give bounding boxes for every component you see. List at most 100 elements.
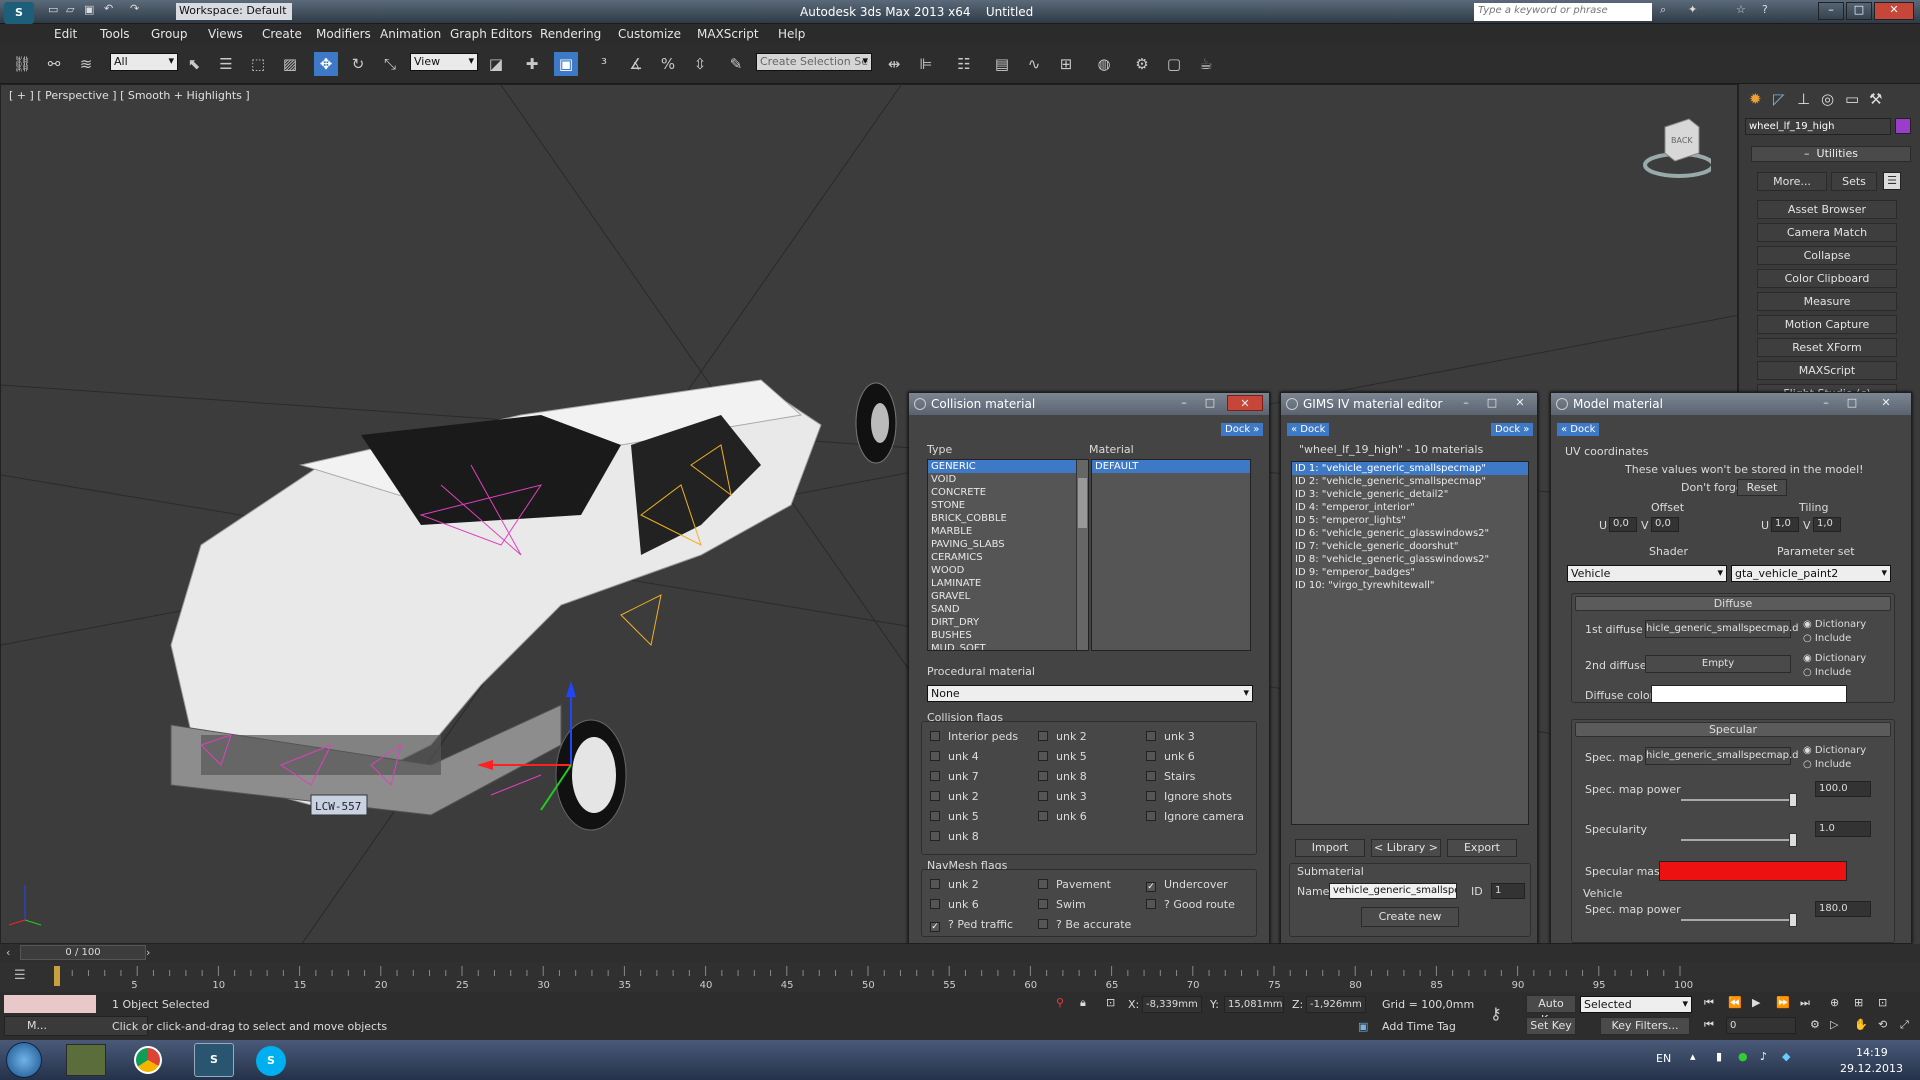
utility-button[interactable]: Asset Browser <box>1757 200 1897 219</box>
create-new-button[interactable]: Create new <box>1361 907 1459 927</box>
utility-button[interactable]: MAXScript <box>1757 361 1897 380</box>
spec-map-dictionary-radio[interactable]: ◉ Dictionary <box>1803 745 1866 756</box>
next-key-icon[interactable]: ⏩ <box>1776 996 1790 1009</box>
checkbox-box[interactable] <box>1038 919 1048 929</box>
type-list-item[interactable]: BRICK_COBBLE <box>928 512 1088 525</box>
type-list-scrollbar[interactable] <box>1076 460 1088 650</box>
spinner-snap-icon[interactable]: ⇳ <box>688 52 712 76</box>
minimize-button[interactable]: – <box>1455 395 1477 411</box>
flag-checkbox[interactable]: unk 6 <box>930 898 979 911</box>
flag-checkbox[interactable]: Ignore camera <box>1146 810 1244 823</box>
key-filters-button[interactable]: Key Filters... <box>1600 1017 1690 1035</box>
gims-window-titlebar[interactable]: GIMS IV material editor – □ ✕ <box>1281 393 1537 415</box>
menu-animation[interactable]: Animation <box>380 27 441 41</box>
checkbox-box[interactable] <box>1038 899 1048 909</box>
fov-icon[interactable]: ▷ <box>1830 1018 1838 1031</box>
checkbox-box[interactable] <box>930 831 940 841</box>
diffuse-color-swatch[interactable] <box>1651 685 1847 703</box>
edit-named-sets-icon[interactable]: ✎ <box>724 52 748 76</box>
checkbox-box[interactable] <box>1038 811 1048 821</box>
select-scale-icon[interactable]: ⤡ <box>378 52 402 76</box>
flag-checkbox[interactable]: ? Be accurate <box>1038 918 1131 931</box>
menu-maxscript[interactable]: MAXScript <box>697 27 759 41</box>
library-button[interactable]: < Library > <box>1371 839 1441 857</box>
type-list-item[interactable]: GRAVEL <box>928 590 1088 603</box>
zoom-extents-icon[interactable]: ⊡ <box>1878 996 1887 1009</box>
type-list-item[interactable]: LAMINATE <box>928 577 1088 590</box>
checkbox-box[interactable] <box>1146 811 1156 821</box>
3ds-max-taskbar-icon[interactable]: S <box>194 1043 234 1077</box>
pivot-center-icon[interactable]: ◪ <box>484 52 508 76</box>
submaterial-id-input[interactable]: 1 <box>1491 883 1525 899</box>
sets-button[interactable]: Sets <box>1831 172 1877 191</box>
menu-tools[interactable]: Tools <box>100 27 130 41</box>
clock-time[interactable]: 14:19 <box>1856 1046 1888 1059</box>
checkbox-box[interactable] <box>1038 731 1048 741</box>
material-id-item[interactable]: ID 1: "vehicle_generic_smallspecmap" <box>1292 462 1528 475</box>
model-window-titlebar[interactable]: Model material – □ ✕ <box>1551 393 1911 415</box>
specular-mask-swatch[interactable] <box>1659 861 1847 881</box>
checkbox-box[interactable] <box>930 899 940 909</box>
close-button[interactable]: ✕ <box>1227 395 1263 411</box>
named-selection-dropdown[interactable]: Create Selection Se <box>756 53 872 71</box>
link-icon[interactable]: ⛓ <box>10 52 34 76</box>
menu-customize[interactable]: Customize <box>618 27 681 41</box>
checkbox-box[interactable]: ✓ <box>1146 882 1156 892</box>
flag-checkbox[interactable]: unk 2 <box>930 790 979 803</box>
material-id-item[interactable]: ID 7: "vehicle_generic_doorshut" <box>1292 540 1528 553</box>
specularity-slider[interactable] <box>1681 833 1797 847</box>
utility-button[interactable]: Color Clipboard <box>1757 269 1897 288</box>
auto-key-button[interactable]: Auto Key <box>1526 995 1576 1026</box>
configure-sets-icon[interactable]: ☰ <box>1883 172 1901 190</box>
material-id-item[interactable]: ID 4: "emperor_interior" <box>1292 501 1528 514</box>
second-diffuse-dictionary-radio[interactable]: ◉ Dictionary <box>1803 653 1866 664</box>
maximize-button[interactable]: □ <box>1199 395 1221 411</box>
more-button[interactable]: More... <box>1757 172 1827 191</box>
checkbox-box[interactable] <box>1038 791 1048 801</box>
modify-tab-icon[interactable]: ◸ <box>1773 90 1785 108</box>
parameter-set-dropdown[interactable]: gta_vehicle_paint2 <box>1731 565 1891 582</box>
material-id-item[interactable]: ID 5: "emperor_lights" <box>1292 514 1528 527</box>
spec-map-power-input[interactable]: 100.0 <box>1815 781 1871 797</box>
type-list-item[interactable]: MARBLE <box>928 525 1088 538</box>
y-coordinate[interactable]: 15,081mm <box>1224 996 1284 1013</box>
flag-checkbox[interactable]: Pavement <box>1038 878 1111 891</box>
prev-frame-icon[interactable]: ‹ <box>6 946 10 959</box>
start-button[interactable] <box>6 1042 42 1078</box>
flag-checkbox[interactable]: unk 5 <box>930 810 979 823</box>
flag-checkbox[interactable]: Interior peds <box>930 730 1018 743</box>
selection-filter-dropdown[interactable]: All <box>110 53 178 71</box>
tiling-u-input[interactable]: 1,0 <box>1771 517 1799 532</box>
flag-checkbox[interactable]: unk 5 <box>1038 750 1087 763</box>
layer-manager-icon[interactable]: ☷ <box>952 52 976 76</box>
flag-checkbox[interactable]: unk 7 <box>930 770 979 783</box>
app-logo-icon[interactable]: S <box>4 2 34 24</box>
material-id-item[interactable]: ID 9: "emperor_badges" <box>1292 566 1528 579</box>
type-list-item[interactable]: STONE <box>928 499 1088 512</box>
curve-editor-icon[interactable]: ∿ <box>1022 52 1046 76</box>
next-frame-icon[interactable]: › <box>146 946 150 959</box>
collision-window-titlebar[interactable]: Collision material – □ ✕ <box>909 393 1269 415</box>
key-mode-toggle-icon[interactable]: ⏮ <box>1704 1018 1714 1032</box>
checkbox-box[interactable] <box>1146 731 1156 741</box>
checkbox-box[interactable] <box>1038 879 1048 889</box>
create-tab-icon[interactable]: ✹ <box>1749 90 1762 108</box>
maxscript-listener-mini[interactable] <box>4 995 96 1013</box>
menu-graph-editors[interactable]: Graph Editors <box>450 27 532 41</box>
zoom-all-icon[interactable]: ⊞ <box>1854 996 1863 1009</box>
material-id-item[interactable]: ID 10: "virgo_tyrewhitewall" <box>1292 579 1528 592</box>
utilities-rollout-header[interactable]: – Utilities <box>1751 146 1911 162</box>
diffuse-rollout[interactable]: Diffuse <box>1575 596 1891 611</box>
reset-button[interactable]: Reset <box>1737 479 1787 496</box>
flag-checkbox[interactable]: Ignore shots <box>1146 790 1232 803</box>
keyboard-shortcut-icon[interactable]: ▣ <box>554 52 578 76</box>
material-id-item[interactable]: ID 2: "vehicle_generic_smallspecmap" <box>1292 475 1528 488</box>
submaterial-name-input[interactable]: vehicle_generic_smallspe <box>1329 883 1457 899</box>
menu-rendering[interactable]: Rendering <box>540 27 601 41</box>
dock-button[interactable]: « Dock <box>1557 423 1600 436</box>
clock-date[interactable]: 29.12.2013 <box>1840 1062 1903 1075</box>
x-coordinate[interactable]: -8,339mm <box>1142 996 1202 1013</box>
orbit-icon[interactable]: ⟲ <box>1878 1018 1887 1031</box>
pan-icon[interactable]: ✋ <box>1854 1018 1868 1031</box>
type-list-item[interactable]: WOOD <box>928 564 1088 577</box>
